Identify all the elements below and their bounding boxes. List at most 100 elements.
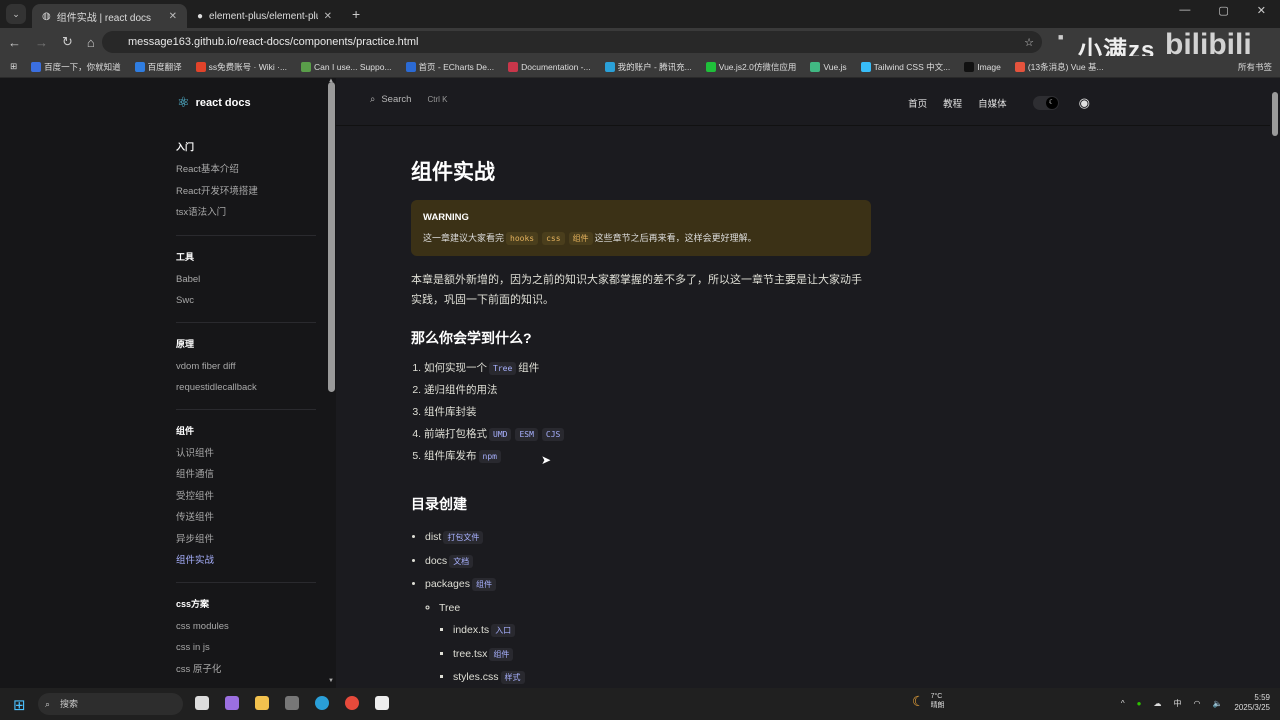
forward-icon[interactable]: → <box>35 35 48 50</box>
visual-studio-icon[interactable] <box>225 696 239 710</box>
wechat-icon[interactable]: ● <box>1137 699 1142 708</box>
weather-widget[interactable]: ☾ 7°C 晴朗 <box>912 693 945 710</box>
sidebar-item[interactable]: css in js <box>176 637 316 659</box>
bookmark-favicon-icon <box>1014 61 1025 72</box>
bookmark-favicon-icon <box>31 61 42 72</box>
bookmark-star-icon[interactable]: ☆ <box>1024 36 1034 49</box>
tab-element-plus[interactable]: ●element-plus/element-plus: .✕ <box>187 4 342 28</box>
sidebar-item[interactable]: Babel <box>176 269 316 291</box>
scroll-down-icon[interactable]: ▼ <box>328 678 334 684</box>
back-icon[interactable]: ← <box>8 35 21 50</box>
list-item: 组件库封装 <box>424 404 871 426</box>
reload-icon[interactable]: ↻ <box>62 34 73 50</box>
windows-start-icon[interactable]: ⊞ <box>13 696 26 714</box>
github-icon: ● <box>197 10 204 22</box>
inline-code: CJS <box>541 428 565 441</box>
github-link-icon[interactable]: ◉ <box>1079 95 1090 111</box>
apps-icon[interactable]: ⊞ <box>10 61 17 72</box>
search-icon: ⌕ <box>370 94 376 105</box>
sidebar-item[interactable]: vdom fiber diff <box>176 356 316 378</box>
volume-icon[interactable]: 🔈 <box>1212 699 1222 708</box>
search-button[interactable]: ⌕ Search Ctrl K <box>370 94 447 105</box>
inline-code: 打包文件 <box>443 531 484 544</box>
sidebar-item[interactable]: css 原子化 <box>176 659 316 681</box>
clock[interactable]: 5:59 2025/3/25 <box>1234 693 1270 713</box>
minimize-icon[interactable]: — <box>1179 4 1190 17</box>
inline-code: Tree <box>489 362 517 375</box>
onedrive-icon[interactable]: ☁ <box>1153 699 1161 708</box>
page-scrollbar[interactable] <box>1272 92 1278 136</box>
bookmark-favicon-icon <box>810 61 821 72</box>
bookmark-favicon-icon <box>964 61 975 72</box>
sidebar-item[interactable]: requestidlecallback <box>176 377 316 399</box>
address-bar[interactable]: message163.github.io/react-docs/componen… <box>102 31 1042 53</box>
close-tab-icon[interactable]: ✕ <box>169 11 177 22</box>
home-icon[interactable]: ⌂ <box>87 35 95 50</box>
new-tab-button[interactable]: + <box>352 6 360 22</box>
react-logo-icon: ⚛ <box>177 94 190 110</box>
sidebar-item[interactable]: React开发环境搭建 <box>176 181 316 203</box>
sidebar-group: css方案 css modules css in js css 原子化 <box>176 581 316 681</box>
all-bookmarks[interactable]: 所有书签 <box>1238 61 1272 73</box>
sidebar-item[interactable]: 组件通信 <box>176 464 316 486</box>
sidebar-item[interactable]: 认识组件 <box>176 443 316 465</box>
tree-item: tree.tsx组件 <box>453 643 871 667</box>
inline-code: 样式 <box>500 671 525 684</box>
list-item: 如何实现一个Tree组件 <box>424 360 871 382</box>
nav-media[interactable]: 自媒体 <box>978 96 1007 110</box>
sidebar-item[interactable]: 异步组件 <box>176 529 316 551</box>
bookmark-item[interactable]: Image <box>964 61 1001 72</box>
bookmark-favicon-icon <box>860 61 871 72</box>
list-item: 组件库发布npm <box>424 448 871 470</box>
close-tab-icon[interactable]: ✕ <box>324 11 332 22</box>
chrome-icon[interactable] <box>345 696 359 710</box>
sidebar: ⚛ react docs ▲ ▼ 入门 React基本介绍 React开发环境搭建 ts… <box>0 78 336 688</box>
bookmark-item[interactable]: Vue.js <box>810 61 847 72</box>
nav-home[interactable]: 首页 <box>908 96 927 110</box>
site-logo[interactable]: ⚛ react docs <box>177 94 251 111</box>
sidebar-item[interactable]: tsx语法入门 <box>176 202 316 224</box>
bookmark-item[interactable]: ss免费账号 · Wiki ·... <box>195 61 287 73</box>
bookmark-item[interactable]: 百度翻译 <box>134 61 182 73</box>
sidebar-item[interactable]: css modules <box>176 616 316 638</box>
tree-item: packages组件Treeindex.ts入口tree.tsx组件styles… <box>425 573 871 688</box>
bookmark-item[interactable]: Documentation -... <box>508 61 591 72</box>
bookmark-item[interactable]: 首页 - ECharts De... <box>405 61 494 73</box>
sidebar-item[interactable]: 受控组件 <box>176 486 316 508</box>
tray-overflow-icon[interactable]: ^ <box>1121 699 1125 708</box>
nav-tutorial[interactable]: 教程 <box>943 96 962 110</box>
file-explorer-icon[interactable] <box>255 696 269 710</box>
edge-icon[interactable] <box>315 696 329 710</box>
bookmark-item[interactable]: 百度一下，你就知道 <box>31 61 121 73</box>
ime-indicator[interactable]: 中 <box>1173 698 1181 709</box>
wifi-icon[interactable]: ◠ <box>1193 699 1200 708</box>
app-icon[interactable] <box>285 696 299 710</box>
tab-search-button[interactable]: ⌄ <box>6 4 26 24</box>
extension-icon[interactable]: ■ <box>1058 32 1063 42</box>
sidebar-item[interactable]: Swc <box>176 290 316 312</box>
sidebar-scrollbar[interactable] <box>328 82 335 392</box>
sidebar-group-title: 组件 <box>176 425 195 436</box>
sidebar-item[interactable]: 组件实战 <box>176 550 316 572</box>
taskbar-search[interactable]: ⌕ 搜索 <box>38 693 183 715</box>
bookmark-item[interactable]: Tailwind CSS 中文... <box>860 61 950 73</box>
sidebar-group-title: 原理 <box>176 338 195 349</box>
bookmark-item[interactable]: 我的账户 - 腾讯充... <box>604 61 692 73</box>
tree-children: Treeindex.ts入口tree.tsx组件styles.css样式type… <box>425 597 871 689</box>
tree-item: dist打包文件 <box>425 526 871 550</box>
bookmark-favicon-icon <box>134 61 145 72</box>
sidebar-item[interactable]: React基本介绍 <box>176 159 316 181</box>
tab-react-docs[interactable]: ◍ 组件实战 | react docs ✕ <box>32 4 187 28</box>
typora-icon[interactable] <box>375 696 389 710</box>
bookmark-item[interactable]: Vue.js2.0仿微信应用 <box>705 61 796 73</box>
maximize-icon[interactable]: ▢ <box>1218 4 1228 17</box>
bookmark-favicon-icon <box>301 61 312 72</box>
theme-toggle[interactable]: ☾ <box>1032 96 1059 110</box>
inline-code: 组件 <box>489 647 514 661</box>
task-view-icon[interactable] <box>195 696 209 710</box>
globe-icon: ◍ <box>42 10 51 22</box>
close-window-icon[interactable]: ✕ <box>1257 4 1266 17</box>
bookmark-item[interactable]: (13条消息) Vue 基... <box>1014 61 1104 73</box>
sidebar-item[interactable]: 传送组件 <box>176 507 316 529</box>
bookmark-item[interactable]: Can I use... Suppo... <box>301 61 392 72</box>
